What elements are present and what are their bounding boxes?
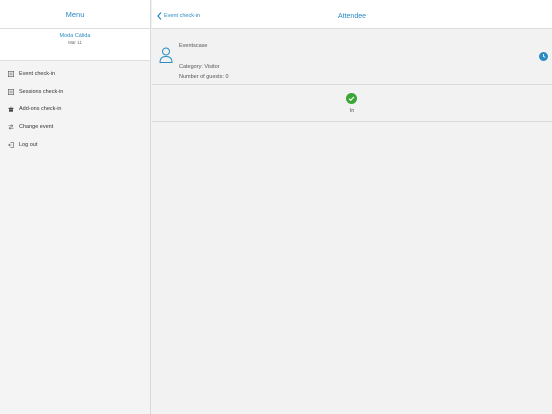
sidebar-item-event-check-in[interactable]: Event check-in	[0, 65, 150, 83]
swap-icon	[7, 123, 15, 131]
sidebar-item-sessions-check-in[interactable]: Sessions check-in	[0, 83, 150, 101]
sidebar-title: Menu	[65, 9, 85, 19]
current-event[interactable]: Moda Cálida Mär 11	[0, 29, 150, 61]
list-icon	[7, 70, 15, 78]
logout-icon	[7, 141, 15, 149]
sidebar-item-log-out[interactable]: Log out	[0, 136, 150, 154]
list-icon	[7, 88, 15, 96]
gift-icon	[7, 105, 15, 113]
main-panel: Event check-in Attendee Eventscase Categ…	[152, 0, 552, 414]
sidebar-item-label: Sessions check-in	[19, 88, 64, 95]
event-name: Moda Cálida	[59, 33, 91, 39]
attendee-guests: Number of guests: 0	[179, 74, 229, 80]
sidebar-item-add-ons-check-in[interactable]: Add-ons check-in	[0, 100, 150, 118]
status-label: In	[349, 108, 355, 114]
sidebar-item-label: Change event	[19, 123, 54, 130]
sidebar-item-label: Event check-in	[19, 70, 56, 77]
page-title: Attendee	[337, 13, 367, 20]
attendee-card: Eventscase Category: Visitor Number of g…	[152, 29, 552, 85]
attendee-category: Category: Visitor	[179, 64, 220, 70]
app-window: Menu Moda Cálida Mär 11 Event check-in S…	[0, 0, 552, 414]
clock-icon[interactable]	[539, 52, 548, 61]
checkmark-icon[interactable]	[346, 93, 357, 104]
sidebar-menu: Event check-in Sessions check-in Add-ons…	[0, 65, 150, 153]
sidebar-item-change-event[interactable]: Change event	[0, 118, 150, 136]
event-date: Mär 11	[68, 40, 82, 45]
sidebar-item-label: Log out	[19, 141, 38, 148]
user-icon	[159, 47, 173, 63]
sidebar-item-label: Add-ons check-in	[19, 106, 62, 113]
navigation-bar: Event check-in Attendee	[152, 0, 552, 29]
check-in-status: In	[152, 85, 552, 122]
sidebar-header: Menu	[0, 0, 150, 29]
sidebar: Menu Moda Cálida Mär 11 Event check-in S…	[0, 0, 151, 414]
attendee-name: Eventscase	[179, 43, 208, 49]
